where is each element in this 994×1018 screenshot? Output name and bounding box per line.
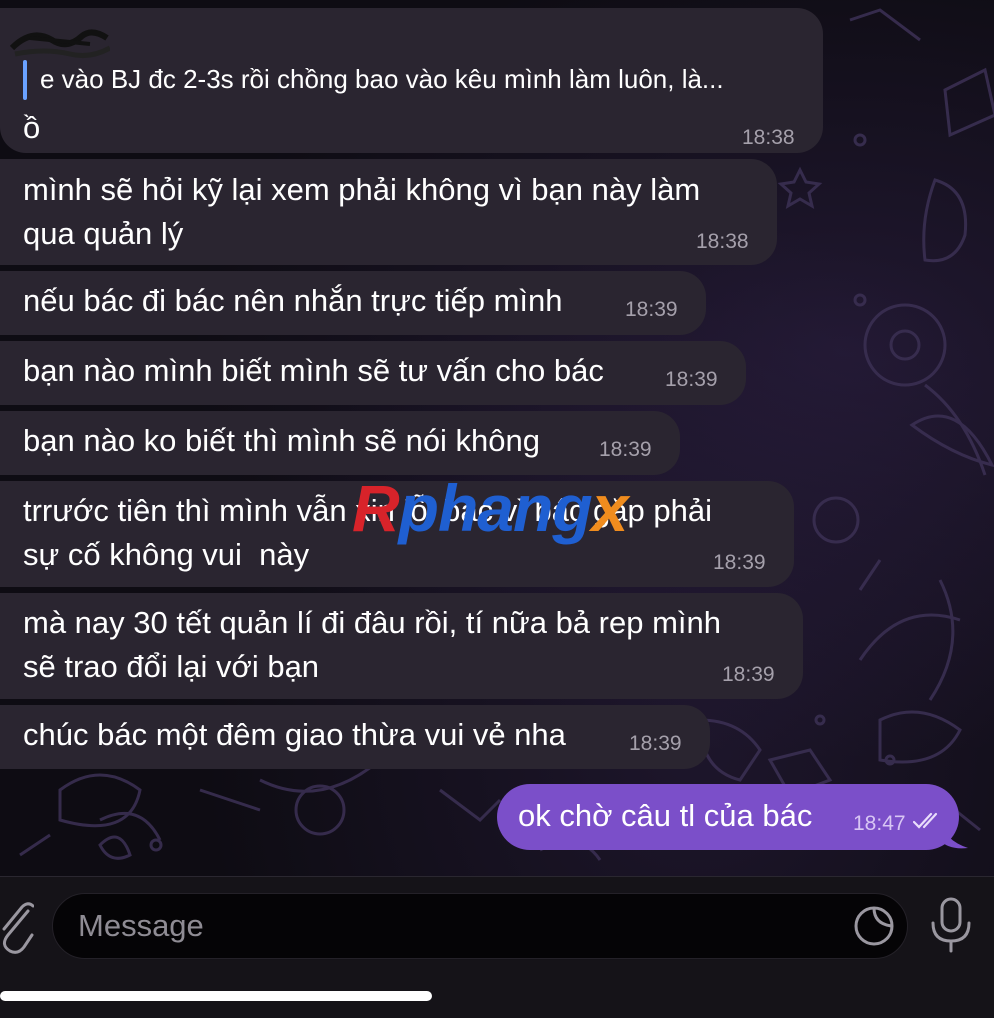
message-text: nếu bác đi bác nên nhắn trực tiếp mình [23, 283, 563, 318]
message-text: mà nay 30 tết quản lí đi đâu rồi, tí nữa… [23, 605, 721, 640]
message-text: qua quản lý [23, 216, 184, 251]
message-bubble[interactable]: bạn nào mình biết mình sẽ tư vấn cho bác… [0, 341, 746, 405]
message-time: 18:47 [853, 812, 906, 835]
message-time: 18:39 [665, 368, 718, 391]
chat-area[interactable]: e vào BJ đc 2-3s rồi chồng bao vào kêu m… [0, 0, 994, 876]
message-text: bạn nào ko biết thì mình sẽ nói không [23, 423, 541, 458]
message-bubble[interactable]: e vào BJ đc 2-3s rồi chồng bao vào kêu m… [0, 8, 823, 153]
message-bubble[interactable]: mà nay 30 tết quản lí đi đâu rồi, tí nữa… [0, 593, 803, 699]
watermark-logo: Rphangx [352, 471, 628, 545]
redaction-scribble [10, 29, 110, 58]
reply-accent-bar [23, 60, 27, 100]
message-bubble[interactable]: bạn nào ko biết thì mình sẽ nói không 18… [0, 411, 680, 475]
message-text: bạn nào mình biết mình sẽ tư vấn cho bác [23, 353, 604, 388]
microphone-icon[interactable] [928, 897, 974, 955]
paperclip-icon[interactable] [0, 899, 34, 955]
message-text: ồ [23, 110, 41, 145]
message-bubble[interactable]: nếu bác đi bác nên nhắn trực tiếp mình 1… [0, 271, 706, 335]
message-text: sẽ trao đổi lại với bạn [23, 649, 320, 684]
reply-preview-text[interactable]: e vào BJ đc 2-3s rồi chồng bao vào kêu m… [40, 64, 724, 95]
message-time: 18:38 [696, 230, 749, 253]
message-bubble[interactable]: chúc bác một đêm giao thừa vui vẻ nha 18… [0, 705, 710, 769]
message-text: mình sẽ hỏi kỹ lại xem phải không vì bạn… [23, 172, 701, 207]
message-input[interactable]: Message [52, 893, 908, 959]
message-bubble[interactable]: mình sẽ hỏi kỹ lại xem phải không vì bạn… [0, 159, 777, 265]
message-input-bar: Message [0, 876, 994, 1018]
message-time: 18:38 [742, 126, 795, 149]
sticker-icon[interactable] [853, 905, 895, 947]
outgoing-message-bubble[interactable]: ok chờ câu tl của bác 18:47 [497, 784, 959, 850]
message-placeholder: Message [78, 908, 204, 943]
double-check-icon [913, 812, 938, 829]
message-text: chúc bác một đêm giao thừa vui vẻ nha [23, 717, 566, 752]
message-time: 18:39 [713, 551, 766, 574]
message-text: sự cố không vui này [23, 537, 310, 572]
message-time: 18:39 [722, 663, 775, 686]
message-time: 18:39 [629, 732, 682, 755]
bubble-tail [940, 820, 968, 849]
message-time: 18:39 [599, 438, 652, 461]
message-text: ok chờ câu tl của bác [518, 798, 813, 833]
message-time: 18:39 [625, 298, 678, 321]
home-indicator [0, 991, 432, 1001]
